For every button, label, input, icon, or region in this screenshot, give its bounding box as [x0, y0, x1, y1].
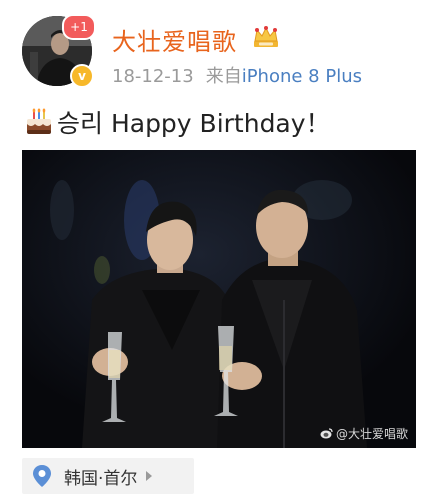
location-label: 韩国·首尔	[64, 468, 138, 489]
post-text-content: 승리 Happy Birthday！	[57, 109, 331, 138]
chevron-right-icon	[146, 471, 153, 481]
weibo-logo-icon	[320, 428, 333, 439]
watermark-text: @大壮爱唱歌	[335, 427, 408, 441]
weibo-post: +1 v 大壮爱唱歌 18-12-13 来自iPhone 8 Plus 승리 Ha…	[0, 0, 444, 497]
photo-watermark: @大壮爱唱歌	[320, 425, 408, 442]
notification-badge: +1	[62, 14, 96, 40]
post-text: 승리 Happy Birthday！	[24, 104, 331, 140]
post-date: 18-12-13	[112, 66, 194, 87]
post-photo[interactable]: @大壮爱唱歌	[22, 150, 416, 448]
post-meta: 18-12-13 来自iPhone 8 Plus	[112, 62, 362, 88]
location-chip[interactable]: 韩国·首尔	[22, 458, 194, 494]
location-pin-icon	[33, 465, 51, 487]
photo-image	[22, 150, 416, 448]
birthday-cake-icon	[27, 108, 51, 134]
crown-icon	[254, 26, 278, 47]
username-link[interactable]: 大壮爱唱歌	[112, 22, 237, 57]
source-prefix: 来自	[205, 66, 242, 87]
avatar-container[interactable]: +1 v	[22, 14, 96, 88]
device-link[interactable]: iPhone 8 Plus	[242, 66, 362, 87]
verified-badge: v	[70, 64, 94, 88]
